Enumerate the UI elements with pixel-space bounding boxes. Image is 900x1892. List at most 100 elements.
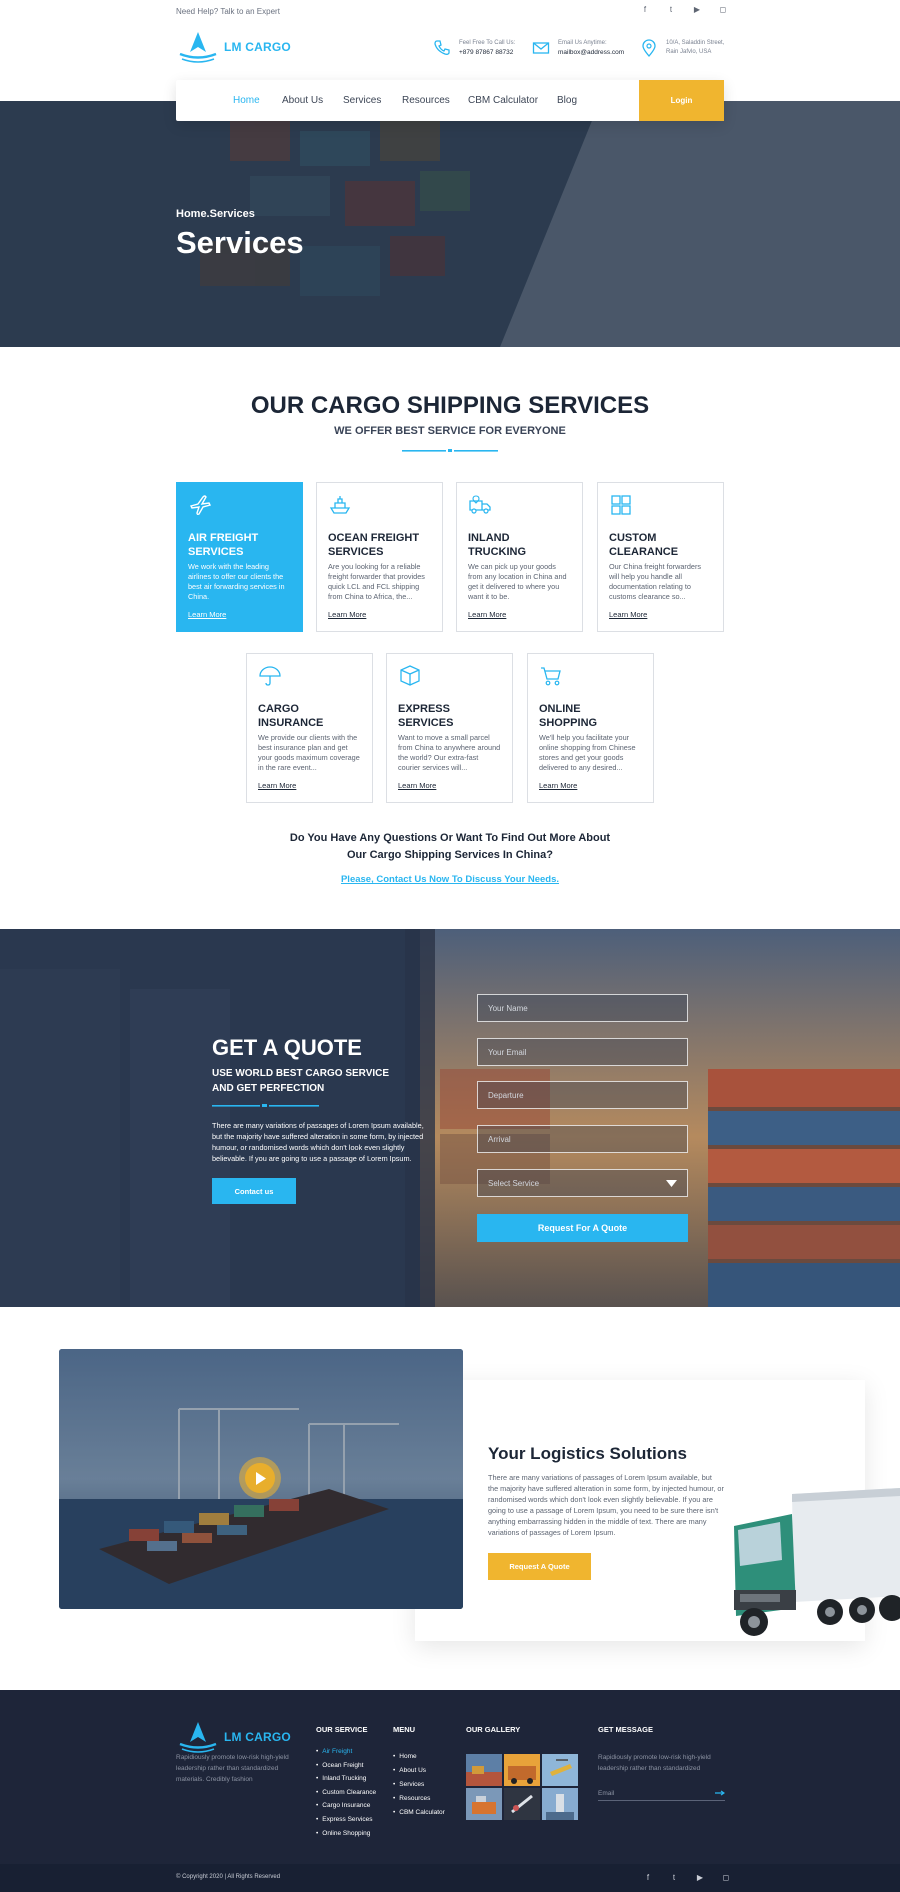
footer-email-field[interactable]: Email: [598, 1786, 725, 1801]
mail-icon: [532, 42, 550, 54]
play-button[interactable]: [239, 1457, 281, 1499]
twitter-icon[interactable]: t: [669, 1873, 679, 1882]
service-card-inland-trucking[interactable]: INLAND TRUCKING We can pick up your goods…: [456, 482, 583, 632]
logo-ship-icon: [179, 1722, 217, 1753]
service-card-ocean-freight[interactable]: OCEAN FREIGHT SERVICES Are you looking fo…: [316, 482, 443, 632]
footer-service-item[interactable]: Custom Clearance: [316, 1786, 376, 1800]
footer-menu-item[interactable]: Services: [393, 1778, 445, 1792]
service-card-express-services[interactable]: EXPRESS SERVICES Want to move a small par…: [386, 653, 513, 803]
facebook-icon[interactable]: f: [640, 5, 650, 14]
footer-service-heading: OUR SERVICE: [316, 1725, 368, 1734]
footer-menu-list: Home About Us Services Resources CBM Cal…: [393, 1750, 445, 1820]
departure-input[interactable]: Departure: [477, 1081, 688, 1109]
learn-more-link[interactable]: Learn More: [609, 610, 647, 619]
card-title-line-2: SERVICES: [328, 546, 384, 558]
gallery-thumb[interactable]: [466, 1754, 502, 1786]
footer-service-item[interactable]: Express Services: [316, 1813, 376, 1827]
nav-resources[interactable]: Resources: [402, 95, 450, 106]
learn-more-link[interactable]: Learn More: [539, 781, 577, 790]
learn-more-link[interactable]: Learn More: [328, 610, 366, 619]
footer-message-heading: GET MESSAGE: [598, 1725, 654, 1734]
email-input[interactable]: Your Email: [477, 1038, 688, 1066]
call-label: Feel Free To Call Us:: [459, 40, 516, 46]
breadcrumb[interactable]: Home.Services: [176, 208, 255, 220]
facebook-icon[interactable]: f: [643, 1873, 653, 1882]
header-call[interactable]: Feel Free To Call Us: +879 87867 88732: [433, 39, 515, 57]
card-text: We work with the leading airlines to off…: [188, 562, 285, 601]
nav-blog[interactable]: Blog: [557, 95, 577, 106]
instagram-icon[interactable]: ◻: [718, 5, 728, 14]
learn-more-link[interactable]: Learn More: [468, 610, 506, 619]
gallery-thumb[interactable]: [466, 1788, 502, 1820]
youtube-icon[interactable]: ▶: [692, 5, 702, 14]
twitter-icon[interactable]: t: [666, 5, 676, 14]
quote-section: [0, 929, 900, 1307]
card-title-line-1: ONLINE: [539, 703, 581, 715]
card-title-line-2: SHOPPING: [539, 717, 598, 729]
card-text: Are you looking for a reliable freight f…: [328, 562, 425, 601]
call-number: +879 87867 88732: [459, 49, 514, 56]
play-button-inner: [245, 1463, 275, 1493]
footer-service-item[interactable]: Air Freight: [316, 1745, 376, 1759]
card-title-line-1: AIR FREIGHT: [188, 532, 259, 544]
contact-us-button[interactable]: Contact us: [212, 1178, 296, 1204]
quote-subtitle: USE WORLD BEST CARGO SERVICE AND GET PER…: [212, 1066, 412, 1096]
email-address: mailbox@address.com: [558, 49, 625, 56]
help-text: Need Help? Talk to an Expert: [176, 7, 280, 16]
send-arrow-icon[interactable]: [715, 1790, 725, 1796]
instagram-icon[interactable]: ◻: [721, 1873, 731, 1882]
gallery-thumb[interactable]: [542, 1788, 578, 1820]
service-card-online-shopping[interactable]: ONLINE SHOPPING We'll help you facilitate…: [527, 653, 654, 803]
gallery-thumb[interactable]: [504, 1754, 540, 1786]
footer-social-links: f t ▶ ◻: [643, 1873, 731, 1882]
main-nav: Home About Us Services Resources CBM Cal…: [176, 80, 724, 121]
footer: [0, 1690, 900, 1892]
header-email[interactable]: Email Us Anytime: mailbox@address.com: [532, 39, 624, 57]
footer-menu-item[interactable]: CBM Calculator: [393, 1806, 445, 1820]
nav-services[interactable]: Services: [343, 95, 381, 106]
nav-cbm-calculator[interactable]: CBM Calculator: [468, 95, 538, 106]
request-a-quote-button[interactable]: Request A Quote: [488, 1553, 591, 1580]
footer-service-item[interactable]: Inland Trucking: [316, 1772, 376, 1786]
name-input[interactable]: Your Name: [477, 994, 688, 1022]
footer-service-item[interactable]: Ocean Freight: [316, 1759, 376, 1773]
contact-us-link[interactable]: Please, Contact Us Now To Discuss Your N…: [0, 874, 900, 885]
service-card-cargo-insurance[interactable]: CARGO INSURANCE We provide our clients wi…: [246, 653, 373, 803]
question-line-1: Do You Have Any Questions Or Want To Fin…: [289, 832, 611, 844]
truck-image: [734, 1488, 900, 1636]
learn-more-link[interactable]: Learn More: [258, 781, 296, 790]
service-card-custom-clearance[interactable]: CUSTOM CLEARANCE Our China freight forwar…: [597, 482, 724, 632]
footer-logo[interactable]: LM CARGO: [176, 1720, 291, 1754]
nav-about-us[interactable]: About Us: [282, 95, 323, 106]
youtube-icon[interactable]: ▶: [695, 1873, 705, 1882]
footer-service-item[interactable]: Cargo Insurance: [316, 1799, 376, 1813]
site-logo[interactable]: LM CARGO: [176, 30, 291, 64]
video-thumbnail[interactable]: [59, 1349, 463, 1609]
question-line-2: Our Cargo Shipping Services In China?: [347, 849, 553, 861]
learn-more-link[interactable]: Learn More: [188, 610, 226, 619]
arrival-input[interactable]: Arrival: [477, 1125, 688, 1153]
footer-menu-item[interactable]: Home: [393, 1750, 445, 1764]
footer-menu-item[interactable]: About Us: [393, 1764, 445, 1778]
quote-subtitle-line-2: AND GET PERFECTION: [212, 1083, 325, 1094]
footer-service-item[interactable]: Online Shopping: [316, 1827, 376, 1841]
request-quote-button[interactable]: Request For A Quote: [477, 1214, 688, 1242]
quote-text: There are many variations of passages of…: [212, 1121, 424, 1163]
umbrella-icon: [259, 666, 281, 686]
footer-gallery-heading: OUR GALLERY: [466, 1725, 521, 1734]
card-title-line-1: INLAND: [468, 532, 510, 544]
nav-home[interactable]: Home: [233, 95, 260, 106]
quote-background-image: [0, 929, 900, 1307]
service-card-air-freight[interactable]: AIR FREIGHT SERVICES We work with the lea…: [176, 482, 303, 632]
service-select[interactable]: Select Service: [477, 1169, 688, 1197]
card-text: We can pick up your goods from any locat…: [468, 562, 567, 601]
footer-email-placeholder: Email: [598, 1789, 615, 1797]
quote-divider: [212, 1104, 319, 1107]
gallery-thumb[interactable]: [504, 1788, 540, 1820]
footer-menu-item[interactable]: Resources: [393, 1792, 445, 1806]
footer-logo-text: LM CARGO: [224, 1730, 291, 1744]
quote-title: GET A QUOTE: [212, 1035, 362, 1060]
login-button[interactable]: Login: [639, 80, 724, 121]
gallery-thumb[interactable]: [542, 1754, 578, 1786]
learn-more-link[interactable]: Learn More: [398, 781, 436, 790]
